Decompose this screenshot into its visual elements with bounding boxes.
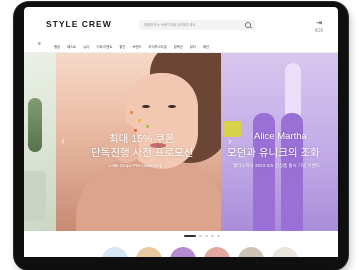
search-bar[interactable]: 제품명 또는 브랜드명을 입력해주세요 bbox=[139, 20, 255, 30]
nav-item[interactable]: 기획/이벤트 bbox=[96, 44, 112, 49]
site-logo[interactable]: STYLE CREW bbox=[46, 19, 112, 29]
nav-item[interactable]: 뉴타 bbox=[83, 44, 89, 49]
category-circle[interactable] bbox=[272, 247, 298, 257]
pagination-dot[interactable] bbox=[184, 235, 196, 237]
vase-image bbox=[24, 171, 46, 221]
nav-items: 랭킹 베스트 뉴타 기획/이벤트 할인 브랜드 라이프스타일 컬렉션 뷰티 패션 bbox=[54, 44, 216, 49]
nav-item[interactable]: 베스트 bbox=[67, 44, 76, 49]
login-button[interactable]: ⇥ 로그인 bbox=[311, 20, 327, 32]
nav-item[interactable]: 할인 bbox=[119, 44, 125, 49]
pagination-dot[interactable] bbox=[205, 235, 208, 237]
decor-flake bbox=[138, 119, 141, 122]
banner-headline: Alice Martha bbox=[254, 131, 307, 142]
decor-flake bbox=[146, 125, 149, 128]
chevron-left-icon[interactable]: ‹ bbox=[58, 135, 68, 149]
nav-item[interactable]: 브랜드 bbox=[132, 44, 141, 49]
tablet-screen: STYLE CREW 제품명 또는 브랜드명을 입력해주세요 ⇥ 로그인 ≡ 랭… bbox=[24, 7, 338, 257]
login-icon: ⇥ bbox=[316, 20, 322, 27]
model-shoulders bbox=[76, 158, 221, 231]
banner-headline: 최대 15% 쿠폰 bbox=[109, 133, 175, 145]
nav-item[interactable]: 뷰티 bbox=[190, 44, 196, 49]
decor-flake bbox=[130, 111, 133, 114]
banner-carousel[interactable]: ‹ › bbox=[24, 53, 338, 231]
banner-subtitle: 앨리스마사 2023 S/S 신상품 출시 기념 이벤트 bbox=[233, 163, 320, 168]
nav-item[interactable]: 라이프스타일 bbox=[149, 44, 167, 49]
menu-icon[interactable]: ≡ bbox=[38, 41, 41, 47]
category-circles bbox=[24, 243, 338, 257]
banner-slide-next[interactable] bbox=[221, 53, 338, 231]
category-circle[interactable] bbox=[102, 247, 128, 257]
banner-subtitle: Little Drops Pre-Launching bbox=[109, 163, 163, 168]
banner-slide-previous[interactable] bbox=[24, 53, 56, 231]
nav-item[interactable]: 랭킹 bbox=[54, 44, 60, 49]
search-icon[interactable] bbox=[245, 21, 251, 28]
model-eye-right bbox=[168, 105, 176, 108]
banner-headline: 모던과 유니크의 조화 bbox=[227, 147, 320, 159]
login-label: 로그인 bbox=[314, 28, 324, 32]
category-circle[interactable] bbox=[238, 247, 264, 257]
category-circle[interactable] bbox=[136, 247, 162, 257]
pagination-dot[interactable] bbox=[211, 235, 214, 237]
nav-item[interactable]: 컬렉션 bbox=[174, 44, 183, 49]
nav-item[interactable]: 패션 bbox=[203, 44, 209, 49]
category-nav: ≡ 랭킹 베스트 뉴타 기획/이벤트 할인 브랜드 라이프스타일 컬렉션 뷰티 … bbox=[24, 40, 338, 53]
site-header: STYLE CREW 제품명 또는 브랜드명을 입력해주세요 ⇥ 로그인 bbox=[24, 7, 338, 39]
carousel-pagination bbox=[24, 234, 338, 238]
plant-image bbox=[28, 98, 42, 152]
pagination-dot[interactable] bbox=[217, 235, 220, 237]
model-eye-left bbox=[142, 105, 150, 108]
pagination-dot[interactable] bbox=[199, 235, 202, 237]
search-input[interactable]: 제품명 또는 브랜드명을 입력해주세요 bbox=[144, 22, 195, 27]
category-circle[interactable] bbox=[170, 247, 196, 257]
banner-headline: 단독진행 사전 프로모션 bbox=[91, 147, 194, 159]
category-circle[interactable] bbox=[204, 247, 230, 257]
